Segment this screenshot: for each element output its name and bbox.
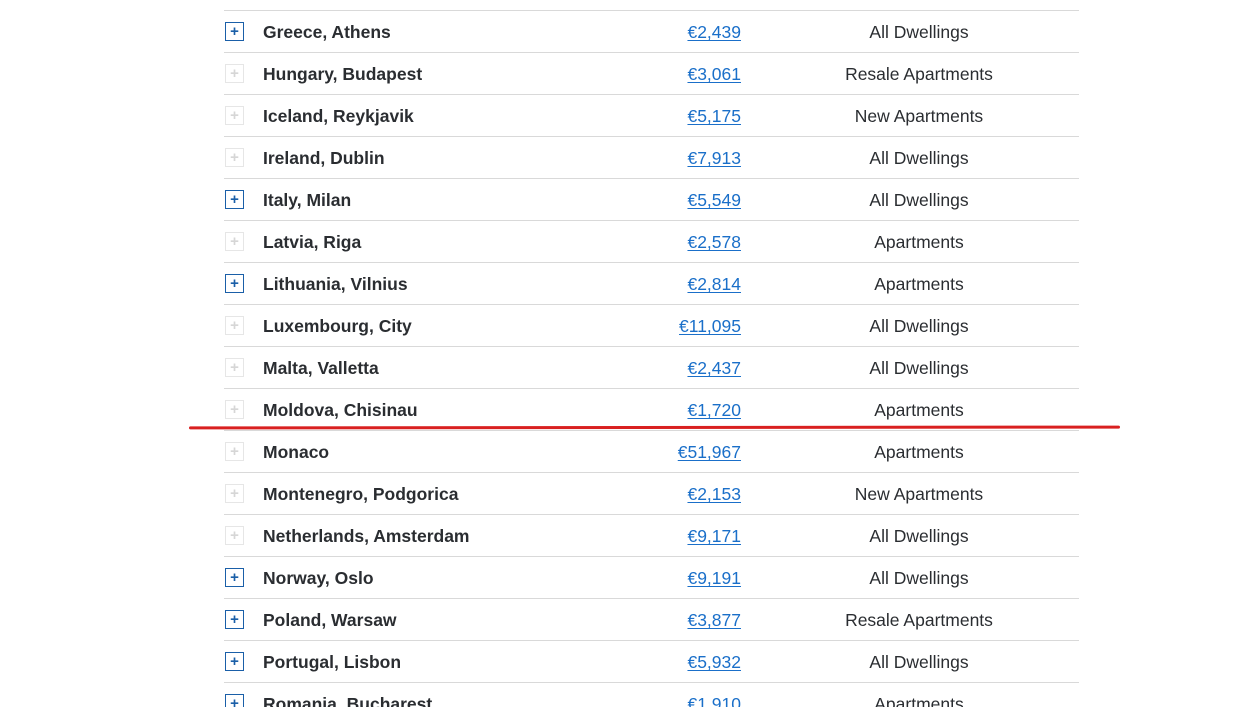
expand-plus-icon[interactable]: +: [225, 400, 244, 419]
country-city-label: Montenegro, Podgorica: [263, 484, 459, 504]
country-city-label: Norway, Oslo: [263, 568, 374, 588]
page: + + Greece, Athens €2,439 All Dwellings + Hung…: [0, 0, 1255, 707]
dwelling-type-label: New Apartments: [854, 484, 984, 504]
expand-plus-icon[interactable]: +: [225, 274, 244, 293]
dwelling-type-label: Apartments: [874, 274, 964, 294]
dwelling-type-label: Resale Apartments: [845, 610, 993, 630]
dwelling-type-label: All Dwellings: [869, 316, 969, 336]
price-link[interactable]: €5,175: [687, 106, 741, 127]
price-link[interactable]: €51,967: [678, 442, 741, 463]
dwelling-type-label: All Dwellings: [869, 652, 969, 672]
country-city-label: Iceland, Reykjavik: [263, 106, 414, 126]
country-city-label: Italy, Milan: [263, 190, 352, 210]
table-row: + Romania, Bucharest €1,910 Apartments: [224, 683, 1079, 707]
table-row: + Malta, Valletta €2,437 All Dwellings: [224, 347, 1079, 389]
table-row: + Ireland, Dublin €7,913 All Dwellings: [224, 137, 1079, 179]
table-row: +: [224, 0, 1079, 11]
price-link[interactable]: €5,932: [687, 652, 741, 673]
expand-plus-icon[interactable]: +: [225, 694, 244, 707]
country-city-label: Greece, Athens: [263, 22, 391, 42]
price-link[interactable]: €3,061: [687, 64, 741, 85]
expand-plus-icon[interactable]: +: [225, 22, 244, 41]
price-link[interactable]: €2,814: [687, 274, 741, 295]
expand-plus-icon[interactable]: +: [225, 652, 244, 671]
dwelling-type-label: Resale Apartments: [845, 64, 993, 84]
expand-plus-icon[interactable]: +: [225, 568, 244, 587]
price-link[interactable]: €2,437: [687, 358, 741, 379]
country-city-label: Monaco: [263, 442, 330, 462]
table-row: + Hungary, Budapest €3,061 Resale Apartment…: [224, 53, 1079, 95]
expand-plus-icon[interactable]: +: [225, 358, 244, 377]
country-city-label: Luxembourg, City: [263, 316, 412, 336]
dwelling-type-label: All Dwellings: [869, 22, 969, 42]
dwelling-type-label: All Dwellings: [869, 526, 969, 546]
price-link[interactable]: €1,720: [687, 400, 741, 421]
dwelling-type-label: New Apartments: [854, 106, 984, 126]
dwelling-type-label: All Dwellings: [869, 190, 969, 210]
dwelling-type-label: Apartments: [874, 442, 964, 462]
dwelling-type-label: Apartments: [874, 400, 964, 420]
country-city-label: Portugal, Lisbon: [263, 652, 402, 672]
country-city-label: Ireland, Dublin: [263, 148, 385, 168]
expand-plus-icon[interactable]: +: [225, 442, 244, 461]
price-link[interactable]: €5,549: [687, 190, 741, 211]
expand-plus-icon[interactable]: +: [225, 148, 244, 167]
table-row: + Moldova, Chisinau €1,720 Apartments: [224, 389, 1079, 431]
table-row: + Poland, Warsaw €3,877 Resale Apartments: [224, 599, 1079, 641]
table-row: + Italy, Milan €5,549 All Dwellings: [224, 179, 1079, 221]
expand-plus-icon[interactable]: +: [225, 190, 244, 209]
expand-plus-icon[interactable]: +: [225, 610, 244, 629]
country-city-label: Lithuania, Vilnius: [263, 274, 408, 294]
price-link[interactable]: €9,191: [687, 568, 741, 589]
dwelling-type-label: All Dwellings: [869, 568, 969, 588]
table-row: + Norway, Oslo €9,191 All Dwellings: [224, 557, 1079, 599]
price-link[interactable]: €2,153: [687, 484, 741, 505]
price-link[interactable]: €3,877: [687, 610, 741, 631]
price-link[interactable]: €2,439: [687, 22, 741, 43]
expand-plus-icon[interactable]: +: [225, 64, 244, 83]
price-link[interactable]: €7,913: [687, 148, 741, 169]
expand-plus-icon[interactable]: +: [225, 484, 244, 503]
price-link[interactable]: €11,095: [679, 316, 741, 337]
price-link[interactable]: €9,171: [687, 526, 741, 547]
table-row: + Portugal, Lisbon €5,932 All Dwellings: [224, 641, 1079, 683]
dwelling-type-label: All Dwellings: [869, 358, 969, 378]
table-row: + Lithuania, Vilnius €2,814 Apartments: [224, 263, 1079, 305]
table-row: + Greece, Athens €2,439 All Dwellings: [224, 11, 1079, 53]
country-city-label: Malta, Valletta: [263, 358, 379, 378]
dwelling-type-label: Apartments: [874, 694, 964, 707]
country-city-label: Netherlands, Amsterdam: [263, 526, 470, 546]
price-table: + + Greece, Athens €2,439 All Dwellings + Hung…: [224, 0, 1079, 707]
price-link[interactable]: €2,578: [687, 232, 741, 253]
expand-plus-icon[interactable]: +: [225, 526, 244, 545]
country-city-label: Latvia, Riga: [263, 232, 362, 252]
dwelling-type-label: Apartments: [874, 232, 964, 252]
country-city-label: Poland, Warsaw: [263, 610, 397, 630]
price-link[interactable]: €1,910: [687, 694, 741, 707]
expand-plus-icon[interactable]: +: [225, 106, 244, 125]
country-city-label: Moldova, Chisinau: [263, 400, 418, 420]
table-row: + Netherlands, Amsterdam €9,171 All Dwellin…: [224, 515, 1079, 557]
country-city-label: Hungary, Budapest: [263, 64, 423, 84]
expand-plus-icon[interactable]: +: [225, 316, 244, 335]
dwelling-type-label: All Dwellings: [869, 148, 969, 168]
table-row: + Iceland, Reykjavik €5,175 New Apartments: [224, 95, 1079, 137]
country-city-label: Romania, Bucharest: [263, 694, 433, 707]
table-row: + Latvia, Riga €2,578 Apartments: [224, 221, 1079, 263]
table-row: + Montenegro, Podgorica €2,153 New Apartmen…: [224, 473, 1079, 515]
table-row: + Monaco €51,967 Apartments: [224, 431, 1079, 473]
table-row: + Luxembourg, City €11,095 All Dwellings: [224, 305, 1079, 347]
expand-plus-icon[interactable]: +: [225, 232, 244, 251]
